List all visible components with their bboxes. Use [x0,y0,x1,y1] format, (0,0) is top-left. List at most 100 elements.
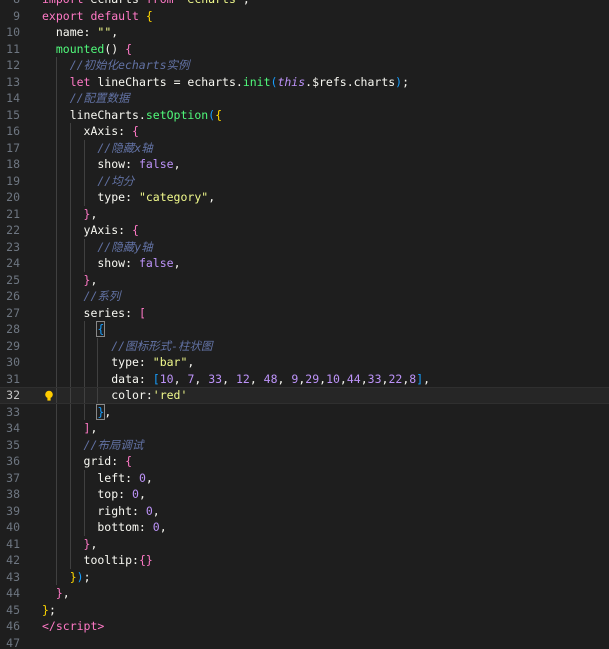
line-number: 37 [6,470,20,485]
code-token: } [55,586,63,600]
code-line[interactable]: 10 name: "", [0,24,609,41]
code-line[interactable]: 25 }, [0,271,609,288]
code-token: false [138,157,174,171]
code-line[interactable]: 40 bottom: 0, [0,519,609,536]
code-text: grid: { [42,453,133,470]
code-text: //系列 [42,288,121,305]
code-line[interactable]: 41 }, [0,535,609,552]
code-text: }, [42,403,112,421]
code-token: import [42,0,84,6]
code-line[interactable]: 20 type: "category", [0,189,609,206]
code-line[interactable]: 16 xAxis: { [0,123,609,140]
code-line[interactable]: 22 yAxis: { [0,222,609,239]
code-line[interactable]: 27 series: [ [0,304,609,321]
code-line[interactable]: 39 right: 0, [0,502,609,519]
code-token: echarts [84,0,146,6]
code-text: show: false, [42,156,180,173]
code-line[interactable]: 43 }); [0,568,609,585]
code-text: bottom: 0, [42,519,166,536]
code-token: show: [42,256,139,270]
code-text: }; [42,602,56,619]
code-line[interactable]: 17 //隐藏x轴 [0,139,609,157]
lightbulb-icon[interactable] [44,390,54,402]
code-token: //隐藏x轴 [42,140,153,155]
code-line[interactable]: 34 ], [0,420,609,437]
line-number: 21 [6,206,20,221]
code-line[interactable]: 24 show: false, [0,255,609,272]
code-text: //图标形式-柱状图 [42,338,213,355]
code-text: color:'red' [42,388,187,403]
code-token: , [152,503,160,518]
code-token: //图标形式-柱状图 [42,338,213,353]
code-token: { [132,124,139,138]
code-token: //配置数据 [42,91,130,105]
code-line[interactable]: 31 data: [10, 7, 33, 12, 48, 9,29,10,44,… [0,370,609,388]
code-line[interactable]: 21 }, [0,205,609,222]
code-line[interactable]: 9 export default { [0,8,609,25]
code-token: , [277,371,292,386]
code-editor[interactable]: 8 import echarts from "echarts"; 9 export d… [0,0,609,649]
code-token: 12 [235,371,250,386]
code-line[interactable]: 23 //隐藏y轴 [0,238,609,255]
code-line[interactable]: 33 }, [0,403,609,421]
code-line[interactable]: 38 top: 0, [0,486,609,503]
code-line[interactable]: 46 </script> [0,618,609,635]
code-token: , [423,371,431,386]
code-line[interactable]: 8 import echarts from "echarts"; [0,0,609,8]
line-number: 40 [6,520,20,534]
code-token: top: [42,487,133,501]
code-token: 29 [305,371,320,386]
code-token: yAxis: [42,223,133,237]
code-token: { [125,41,133,56]
code-line[interactable]: 44 }, [0,585,609,602]
code-text: show: false, [42,255,180,272]
code-text: top: 0, [42,486,146,503]
code-line[interactable]: 28 { [0,321,609,338]
code-token: name: [42,25,98,39]
code-text: tooltip:{} [42,552,153,569]
code-text: //隐藏x轴 [42,140,153,157]
line-number: 8 [0,0,20,8]
code-token: export [42,8,84,23]
code-text: data: [10, 7, 33, 12, 48, 9,29,10,44,33,… [42,371,430,388]
code-line[interactable]: 30 type: "bar", [0,354,609,371]
code-line[interactable]: 35 //布局调试 [0,436,609,453]
line-number: 16 [6,124,20,138]
code-token: , [222,371,236,386]
code-line[interactable]: 29 //图标形式-柱状图 [0,337,609,355]
code-token: 22 [388,371,403,386]
code-token: , [194,371,209,386]
code-token: //布局调试 [42,437,144,452]
line-number: 30 [6,355,20,369]
code-line[interactable]: 37 left: 0, [0,469,609,486]
code-token: 'red' [152,388,188,402]
code-line[interactable]: 18 show: false, [0,156,609,173]
code-line[interactable]: 32 color:'red' [0,387,609,404]
line-number: 13 [6,74,20,89]
code-line[interactable]: 47 [0,635,609,649]
code-line[interactable]: 14 //配置数据 [0,90,609,107]
code-line[interactable]: 12 //初始化echarts实例 [0,57,609,74]
line-number: 33 [6,404,20,419]
code-text: name: "", [42,24,118,41]
code-text: //配置数据 [42,90,130,107]
code-text: </script> [42,618,104,635]
code-line[interactable]: 11 mounted() { [0,41,609,58]
code-token: , [104,404,112,419]
code-line[interactable]: 13 let lineCharts = echarts.init(this.$r… [0,73,609,90]
code-token: } [69,569,77,584]
code-line[interactable]: 45}; [0,602,609,619]
code-line[interactable]: 26 //系列 [0,288,609,305]
code-token: series: [42,305,139,320]
code-line[interactable]: 15 lineCharts.setOption({ [0,106,609,123]
code-line[interactable]: 19 //均分 [0,172,609,189]
code-token: xAxis: [42,124,133,138]
code-lines[interactable]: 8 import echarts from "echarts"; 9 export d… [0,0,609,649]
code-line[interactable]: 36 grid: { [0,453,609,470]
code-token: 48 [263,371,278,386]
code-line[interactable]: 42 tooltip:{} [0,552,609,569]
